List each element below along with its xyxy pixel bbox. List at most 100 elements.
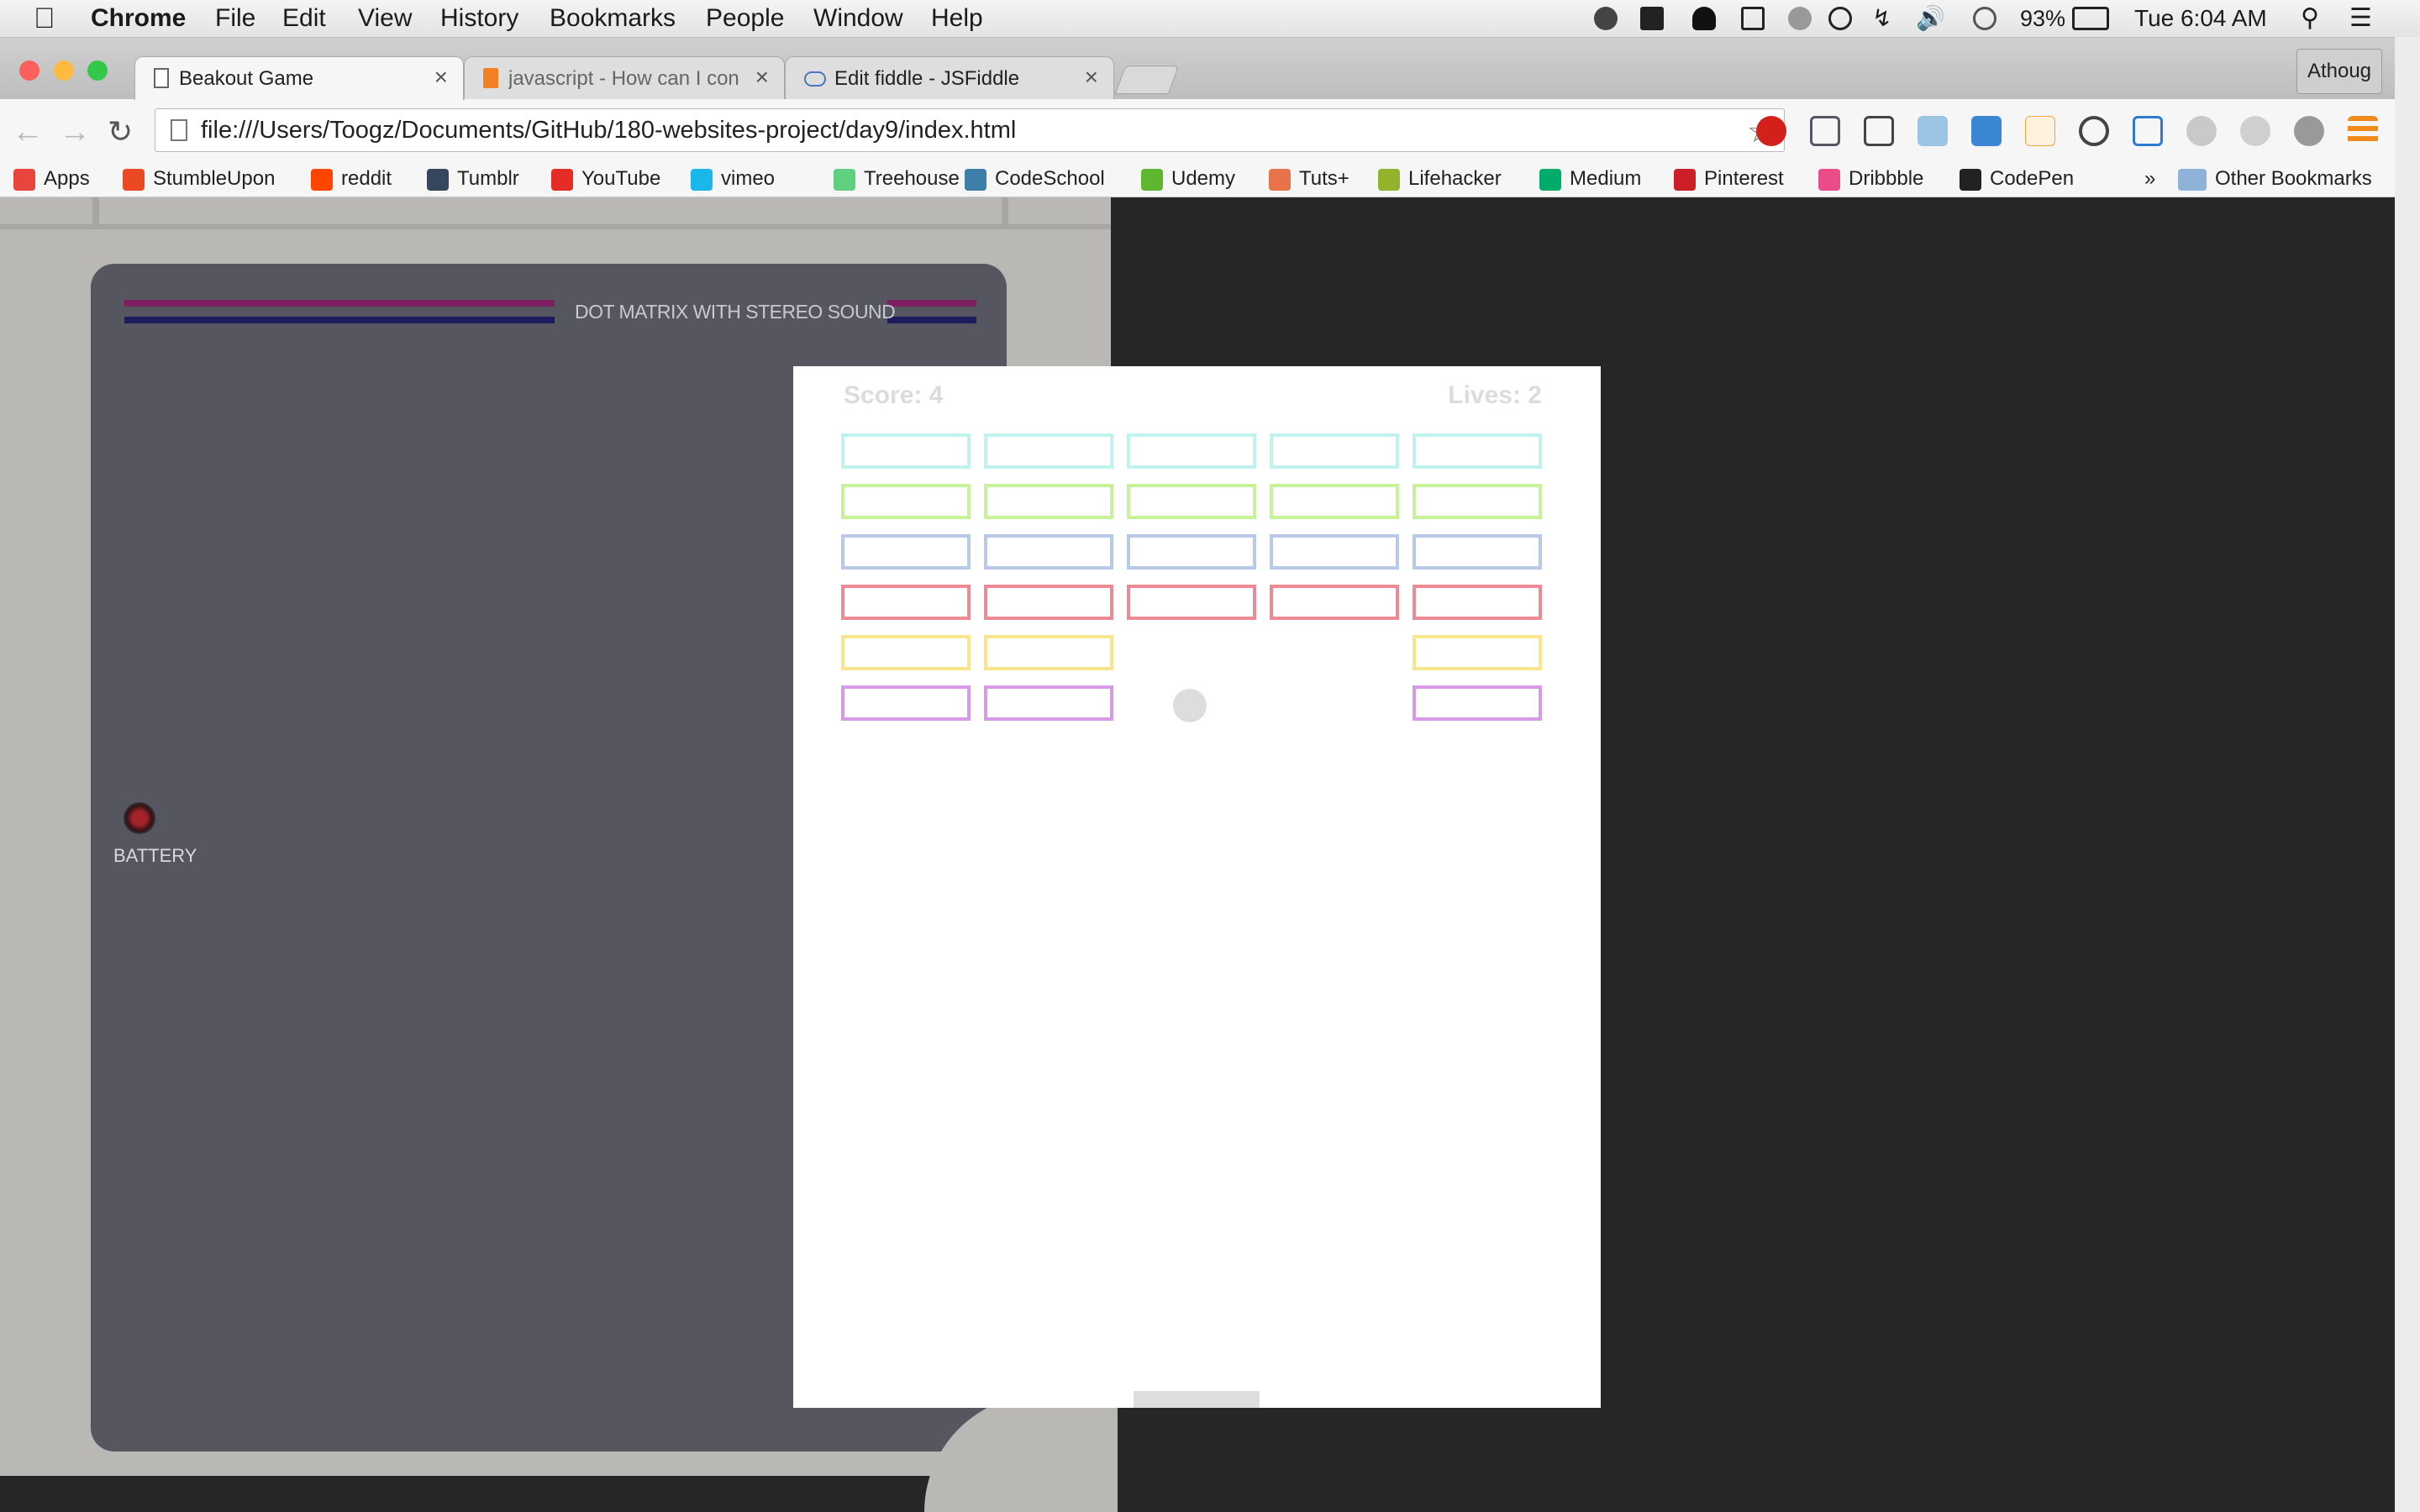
tab-jsfiddle[interactable]: Edit fiddle - JSFiddle × xyxy=(785,56,1114,100)
cloud-status-icon[interactable] xyxy=(1788,7,1812,30)
notification-center-icon[interactable]: ☰ xyxy=(2349,0,2372,37)
bookmark-label: Treehouse xyxy=(864,167,960,190)
close-tab-icon[interactable]: × xyxy=(1085,64,1098,91)
battery-label: BATTERY xyxy=(113,845,197,866)
close-tab-icon[interactable]: × xyxy=(434,64,448,91)
upvote-extension-icon[interactable] xyxy=(2025,116,2055,146)
brick xyxy=(984,635,1113,670)
bezel-brand-text: DOT MATRIX WITH STEREO SOUND xyxy=(575,301,896,323)
download-cloud-icon[interactable] xyxy=(1918,116,1948,146)
terminal-icon[interactable] xyxy=(1640,7,1664,30)
screenshot-icon[interactable] xyxy=(2133,116,2163,146)
menu-file[interactable]: File xyxy=(215,0,255,37)
brick xyxy=(841,585,971,620)
sync-status-icon[interactable] xyxy=(1973,7,1996,30)
menu-view[interactable]: View xyxy=(358,0,412,37)
zoom-window-button[interactable] xyxy=(87,60,108,81)
eye-status-icon[interactable] xyxy=(1828,7,1852,30)
tab-stackoverflow[interactable]: javascript - How can I con × xyxy=(464,56,785,100)
menu-people[interactable]: People xyxy=(706,0,784,37)
menu-edit[interactable]: Edit xyxy=(282,0,326,37)
adblock-plus-icon[interactable] xyxy=(1756,116,1786,146)
bluetooth-icon[interactable]: ↯ xyxy=(1872,0,1891,37)
minimize-window-button[interactable] xyxy=(54,60,74,81)
bookmark-label: Apps xyxy=(44,167,90,190)
url-text[interactable]: file:///Users/Toogz/Documents/GitHub/180… xyxy=(201,117,1016,144)
top-divider xyxy=(0,224,1111,229)
battery-icon[interactable] xyxy=(2072,7,2109,30)
dribbble-icon xyxy=(1818,169,1840,191)
bezel-stripe-bottom-left xyxy=(124,317,555,323)
bookmark-status-icon[interactable] xyxy=(1741,7,1765,30)
medium-icon xyxy=(1539,169,1561,191)
game-canvas[interactable]: Score: 4 Lives: 2 xyxy=(793,366,1601,1408)
paddle[interactable] xyxy=(1134,1391,1260,1408)
bookmark-label: reddit xyxy=(341,167,392,190)
bookmark-label: Dribbble xyxy=(1849,167,1924,190)
tab-title: Beakout Game xyxy=(179,67,314,90)
brick xyxy=(841,433,971,469)
swirl-extension-icon[interactable] xyxy=(2240,116,2270,146)
close-tab-icon[interactable]: × xyxy=(755,64,769,91)
game-field xyxy=(841,433,1542,1408)
battery-percent[interactable]: 93% xyxy=(2020,0,2065,37)
page-icon xyxy=(154,68,169,88)
bookmark-label: CodeSchool xyxy=(995,167,1105,190)
bookmark-label: Tumblr xyxy=(457,167,519,190)
download-icon[interactable] xyxy=(1971,116,2002,146)
tuts-icon xyxy=(1269,169,1291,191)
bookmark-label: Udemy xyxy=(1171,167,1236,190)
vimeo-icon xyxy=(691,169,713,191)
brick xyxy=(841,685,971,721)
brick xyxy=(1413,585,1542,620)
menu-help[interactable]: Help xyxy=(931,0,983,37)
chrome-menu-icon[interactable] xyxy=(2348,116,2378,146)
close-window-button[interactable] xyxy=(19,60,39,81)
brick xyxy=(841,534,971,570)
youtube-icon xyxy=(551,169,573,191)
new-tab-button[interactable] xyxy=(1114,66,1180,94)
reload-icon[interactable]: ↻ xyxy=(108,114,133,150)
brick xyxy=(984,484,1113,519)
cast-icon[interactable] xyxy=(1864,116,1894,146)
codepen-icon xyxy=(1960,169,1981,191)
apple-icon[interactable]:  xyxy=(34,0,55,37)
menu-window[interactable]: Window xyxy=(813,0,903,37)
bookmark-label: vimeo xyxy=(721,167,776,190)
film-reel-icon[interactable] xyxy=(2294,116,2324,146)
address-bar[interactable]: file:///Users/Toogz/Documents/GitHub/180… xyxy=(155,108,1785,152)
udemy-icon xyxy=(1141,169,1163,191)
brick xyxy=(984,433,1113,469)
brick xyxy=(1127,484,1256,519)
menu-history[interactable]: History xyxy=(440,0,518,37)
forward-arrow-icon[interactable]: → xyxy=(59,114,91,150)
bookmark-label: Pinterest xyxy=(1704,167,1784,190)
lifehacker-icon xyxy=(1378,169,1400,191)
brick xyxy=(841,484,971,519)
spotlight-search-icon[interactable]: ⚲ xyxy=(2301,0,2319,37)
brick xyxy=(1127,433,1256,469)
codeschool-icon xyxy=(965,169,986,191)
clock[interactable]: Tue 6:04 AM xyxy=(2134,0,2267,37)
profile-button[interactable]: Athoug xyxy=(2296,49,2382,94)
battery-indicator-light xyxy=(124,802,155,834)
menu-bookmarks[interactable]: Bookmarks xyxy=(550,0,676,37)
brick xyxy=(1413,685,1542,721)
volume-icon[interactable]: 🔊 xyxy=(1916,0,1945,37)
brick xyxy=(984,534,1113,570)
record-icon[interactable] xyxy=(2079,116,2109,146)
eyedropper-icon[interactable] xyxy=(1810,116,1840,146)
brick xyxy=(984,685,1113,721)
bookmark-label: Medium xyxy=(1570,167,1642,190)
globe-icon[interactable] xyxy=(2186,116,2217,146)
bowler-hat-icon[interactable] xyxy=(1692,7,1716,30)
avatar-status-icon[interactable] xyxy=(1594,7,1618,30)
folder-icon xyxy=(2178,169,2207,191)
tab-beakout-game[interactable]: Beakout Game × xyxy=(134,56,464,100)
menu-app-name[interactable]: Chrome xyxy=(91,0,186,37)
tab-title: Edit fiddle - JSFiddle xyxy=(834,67,1020,90)
pinterest-icon xyxy=(1674,169,1696,191)
apps-icon xyxy=(13,169,35,191)
ball xyxy=(1173,689,1207,722)
back-arrow-icon[interactable]: ← xyxy=(12,114,44,150)
